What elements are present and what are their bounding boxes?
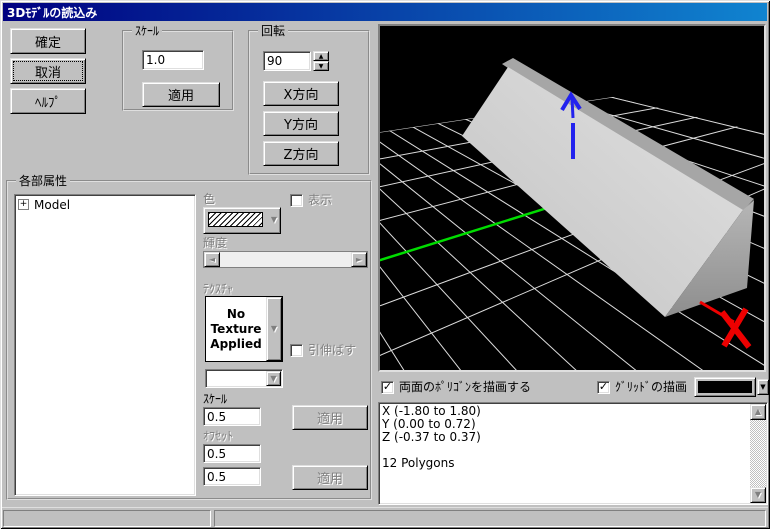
viewport-3d[interactable] [378, 24, 766, 372]
status-cell-left [3, 510, 211, 527]
status-cell-right [214, 510, 766, 527]
rotate-x-button[interactable]: X方向 [263, 81, 339, 106]
cancel-button-label: 取消 [34, 65, 61, 81]
arrow-left-icon: ◄ [208, 254, 216, 264]
tree-expand-icon[interactable]: + [18, 199, 29, 210]
status-bar [2, 507, 768, 527]
ok-button[interactable]: 確定 [10, 28, 86, 54]
visible-checkbox[interactable] [290, 194, 303, 207]
rotation-group: 回転 90 ▲ ▼ X方向 Y方向 Z方向 [248, 24, 370, 175]
slider-right-button[interactable]: ► [351, 252, 367, 267]
grid-draw-checkbox[interactable] [597, 381, 610, 394]
texture-dropdown-arrow-icon: ▼ [270, 324, 278, 333]
stretch-checkbox[interactable] [290, 344, 303, 357]
arrow-down-icon: ▼ [754, 490, 762, 499]
ok-button-label: 確定 [34, 35, 61, 51]
color-dropdown[interactable]: ▼ [203, 207, 281, 234]
window-title: 3Dﾓﾃﾞﾙの読込み [7, 5, 98, 20]
grid-draw-checkbox-label: ｸﾞﾘｯﾄﾞの描画 [615, 380, 688, 394]
arrow-up-icon: ▲ [754, 407, 762, 416]
rotate-z-label: Z方向 [283, 148, 319, 163]
grid-color-arrow-icon: ▼ [760, 383, 766, 391]
brightness-slider[interactable]: ◄ ► [203, 251, 368, 268]
rotate-x-label: X方向 [283, 88, 319, 103]
grid-color-dropdown[interactable] [694, 377, 756, 397]
rotate-y-button[interactable]: Y方向 [263, 111, 339, 136]
model-info-box[interactable]: X (-1.80 to 1.80) Y (0.00 to 0.72) Z (-0… [378, 402, 768, 505]
offset-apply-button[interactable]: 適用 [292, 465, 368, 490]
viewport-scene [380, 58, 764, 370]
color-swatch [208, 212, 263, 227]
scroll-up-button[interactable]: ▲ [750, 404, 766, 420]
slider-left-button[interactable]: ◄ [204, 252, 220, 267]
scale-input[interactable]: 1.0 [142, 50, 204, 70]
both-faces-checkbox[interactable] [381, 381, 394, 394]
attributes-group-title: 各部属性 [16, 174, 71, 188]
texture-dropdown-arrow-button[interactable]: ▼ [266, 297, 282, 361]
texture-scale-apply-button[interactable]: 適用 [292, 405, 368, 430]
rotation-spin-up-button[interactable]: ▲ [313, 51, 329, 61]
texture-scale-apply-label: 適用 [316, 412, 343, 427]
color-dropdown-arrow-icon: ▼ [270, 215, 277, 224]
offset-label: ｵﾌｾｯﾄ [203, 429, 234, 443]
offset-u-input[interactable]: 0.5 [203, 444, 261, 463]
title-bar[interactable]: 3Dﾓﾃﾞﾙの読込み [3, 3, 767, 21]
offset-apply-label: 適用 [316, 472, 343, 487]
scroll-down-button[interactable]: ▼ [750, 487, 766, 503]
offset-v-input[interactable]: 0.5 [203, 467, 261, 486]
grid-color-swatch [698, 381, 752, 393]
texture-select-combo[interactable]: ▼ [205, 369, 283, 388]
visible-checkbox-label: 表示 [308, 193, 333, 207]
info-scrollbar[interactable]: ▲ ▼ [750, 404, 766, 503]
model-info-text: X (-1.80 to 1.80) Y (0.00 to 0.72) Z (-0… [382, 404, 481, 470]
texture-label: ﾃｸｽﾁｬ [203, 282, 234, 296]
rotation-angle-input[interactable]: 90 [263, 51, 311, 71]
color-label: 色 [203, 192, 216, 206]
arrow-right-icon: ► [355, 254, 363, 264]
spin-up-icon: ▲ [318, 52, 324, 60]
tree-item-model[interactable]: Model [34, 198, 70, 212]
cancel-button[interactable]: 取消 [10, 58, 86, 84]
combo-arrow-icon: ▼ [270, 373, 277, 383]
scale-group: ｽｹｰﾙ 1.0 適用 [122, 24, 234, 111]
scale-apply-button[interactable]: 適用 [142, 82, 220, 107]
spin-down-icon: ▼ [318, 62, 324, 70]
rotate-z-button[interactable]: Z方向 [263, 141, 339, 166]
help-button-label: ﾍﾙﾌﾟ [35, 95, 61, 111]
texture-dropdown[interactable]: No Texture Applied ▼ [205, 296, 283, 362]
rotation-spin-down-button[interactable]: ▼ [313, 61, 329, 71]
texture-scale-label: ｽｹｰﾙ [203, 392, 228, 406]
texture-value: No Texture Applied [210, 306, 262, 351]
scale-apply-label: 適用 [167, 89, 194, 104]
brightness-label: 輝度 [203, 236, 228, 250]
dialog-3d-model-load: 3Dﾓﾃﾞﾙの読込み 確定 取消 ﾍﾙﾌﾟ ｽｹｰﾙ 1.0 適用 回転 90 … [0, 0, 770, 529]
rotate-y-label: Y方向 [284, 118, 318, 133]
grid-color-dropdown-arrow-button[interactable]: ▼ [757, 379, 769, 395]
texture-scale-input[interactable]: 0.5 [203, 407, 261, 426]
combo-arrow-button[interactable]: ▼ [266, 371, 281, 386]
scale-group-title: ｽｹｰﾙ [132, 24, 163, 38]
model-tree[interactable] [14, 194, 196, 496]
both-faces-checkbox-label: 両面のﾎﾟﾘｺﾞﾝを描画する [399, 380, 532, 394]
stretch-checkbox-label: 引伸ばす [308, 343, 357, 357]
rotation-group-title: 回転 [258, 24, 289, 38]
help-button[interactable]: ﾍﾙﾌﾟ [10, 88, 86, 114]
